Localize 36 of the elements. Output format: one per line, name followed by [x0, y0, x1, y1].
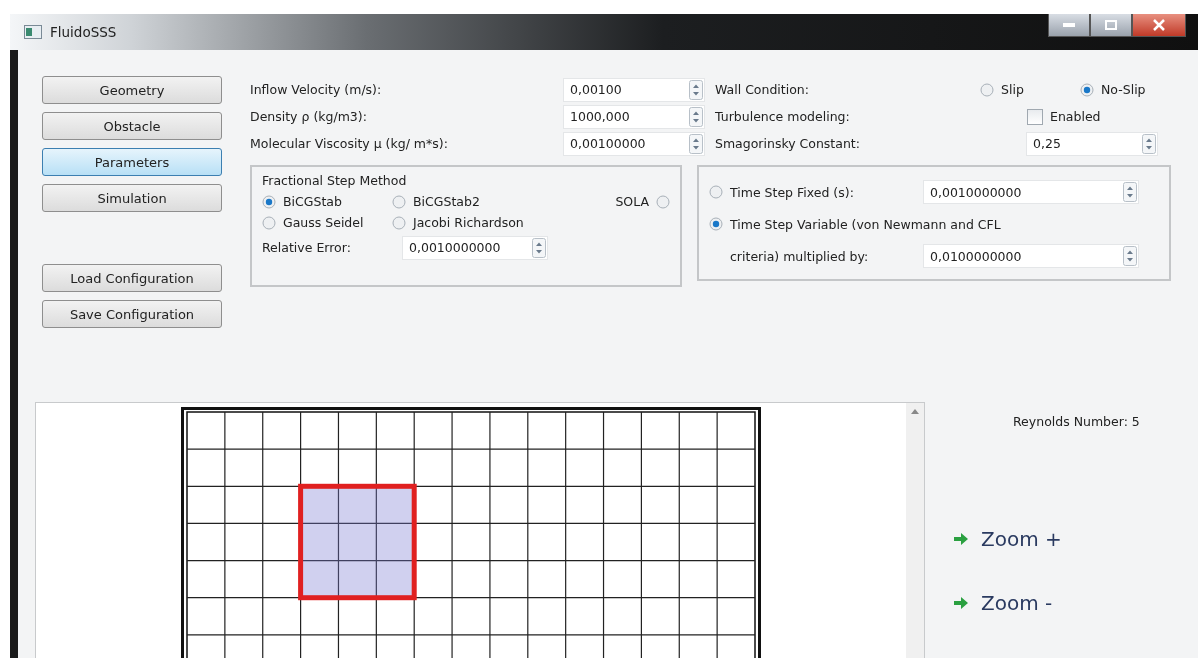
nav-button[interactable]: Obstacle [42, 112, 222, 140]
number-field[interactable]: 0,00100 [563, 77, 705, 102]
field-label: Molecular Viscosity μ (kg/ m*s): [250, 136, 448, 151]
number-field[interactable]: 0,0100000000 [923, 244, 1139, 268]
field-label: Inflow Velocity (m/s): [250, 82, 382, 97]
option-label: BiCGStab2 [413, 194, 480, 209]
option-label: SOLA [615, 194, 649, 209]
field-label: Density ρ (kg/m3): [250, 109, 367, 124]
option-label: Slip [1001, 82, 1024, 97]
checkbox-label: Enabled [1050, 109, 1101, 124]
number-field[interactable]: 0,0010000000 [923, 180, 1139, 204]
option-label: Time Step Fixed (s): [730, 184, 854, 200]
zoom-button[interactable]: Zoom - [953, 591, 1053, 615]
option-label: criteria) multiplied by: [730, 248, 869, 264]
number-field[interactable]: 1000,000 [563, 104, 705, 129]
nav-button[interactable]: Geometry [42, 76, 222, 104]
option-label: Jacobi Richardson [413, 215, 524, 230]
reynolds-number: Reynolds Number: 5 [1013, 414, 1141, 429]
option-label: No-Slip [1101, 82, 1146, 97]
config-button[interactable]: Save Configuration [42, 300, 222, 328]
field-label: Smagorinsky Constant: [715, 136, 860, 151]
number-field[interactable]: 0,00100000 [563, 131, 705, 156]
zoom-button[interactable]: Zoom + [953, 527, 1062, 551]
config-button[interactable]: Load Configuration [42, 264, 222, 292]
nav-button[interactable]: Parameters [42, 148, 222, 176]
option-label: Gauss Seidel [283, 215, 364, 230]
option-label: BiCGStab [283, 194, 342, 209]
option-label: Time Step Variable (von Newmann and CFL [730, 216, 1001, 232]
field-label: Turbulence modeling: [715, 109, 850, 124]
field-label: Relative Error: [262, 240, 351, 255]
number-field[interactable]: 0,0010000000 [402, 235, 548, 260]
group-title: Fractional Step Method [262, 173, 407, 188]
window-title: FluidoSSS [50, 24, 117, 40]
number-field[interactable]: 0,25 [1026, 131, 1158, 156]
field-label: Wall Condition: [715, 82, 809, 97]
nav-button[interactable]: Simulation [42, 184, 222, 212]
